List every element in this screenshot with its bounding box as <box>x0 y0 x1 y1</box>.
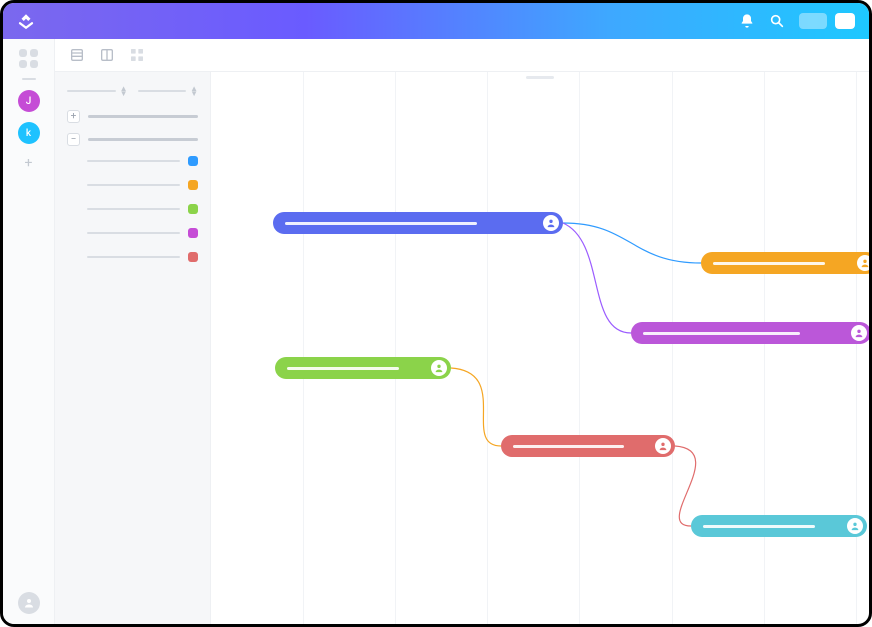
assignee-avatar[interactable] <box>851 325 867 341</box>
gantt-task[interactable] <box>691 515 867 537</box>
rail-divider <box>22 78 36 80</box>
list-item[interactable] <box>67 204 198 214</box>
gantt-task[interactable] <box>631 322 869 344</box>
gantt-task[interactable] <box>273 212 563 234</box>
task-label <box>513 445 624 448</box>
status-color-icon <box>188 180 198 190</box>
item-label <box>87 184 180 186</box>
group-expanded[interactable]: − <box>67 133 198 146</box>
collapse-icon[interactable]: − <box>67 133 80 146</box>
status-color-icon <box>188 204 198 214</box>
expand-icon[interactable]: + <box>67 110 80 123</box>
item-label <box>87 256 180 258</box>
gantt-task[interactable] <box>701 252 869 274</box>
workspace-avatar-j[interactable]: J <box>18 90 40 112</box>
item-label <box>87 160 180 162</box>
search-icon[interactable] <box>769 13 785 29</box>
gantt-task[interactable] <box>501 435 675 457</box>
assignee-avatar[interactable] <box>847 518 863 534</box>
assignee-avatar[interactable] <box>857 255 869 271</box>
list-item[interactable] <box>67 228 198 238</box>
view-toolbar <box>55 39 869 72</box>
add-workspace-button[interactable]: + <box>20 154 38 172</box>
list-item[interactable] <box>67 180 198 190</box>
status-color-icon <box>188 252 198 262</box>
gantt-canvas[interactable] <box>211 72 869 624</box>
item-label <box>87 208 180 210</box>
task-label <box>703 525 815 528</box>
list-view-icon[interactable] <box>69 47 85 63</box>
assignee-avatar[interactable] <box>431 360 447 376</box>
avatar-initial: J <box>26 96 32 107</box>
apps-icon[interactable] <box>19 49 38 68</box>
board-view-icon[interactable] <box>99 47 115 63</box>
task-label <box>643 332 800 335</box>
list-item[interactable] <box>67 252 198 262</box>
gantt-task[interactable] <box>275 357 451 379</box>
status-color-icon <box>188 228 198 238</box>
top-bar <box>3 3 869 39</box>
filter-dropdown-2[interactable]: ▲▼ <box>138 86 199 96</box>
gantt-view-icon[interactable] <box>129 47 145 63</box>
current-user-avatar[interactable] <box>18 592 40 614</box>
sidebar-filters: ▲▼ ▲▼ <box>67 86 198 96</box>
left-rail: J k + <box>3 39 55 624</box>
avatar-initial: k <box>26 128 31 139</box>
gantt-gridlines <box>211 72 869 624</box>
task-label <box>285 222 477 225</box>
topbar-action-2[interactable] <box>835 13 855 29</box>
status-color-icon <box>188 156 198 166</box>
item-label <box>87 232 180 234</box>
task-sidebar: ▲▼ ▲▼ + − <box>55 72 211 624</box>
topbar-action-1[interactable] <box>799 13 827 29</box>
list-item[interactable] <box>67 156 198 166</box>
filter-dropdown-1[interactable]: ▲▼ <box>67 86 128 96</box>
group-label <box>88 138 198 141</box>
workspace-avatar-k[interactable]: k <box>18 122 40 144</box>
app-logo[interactable] <box>17 12 35 30</box>
group-collapsed[interactable]: + <box>67 110 198 123</box>
assignee-avatar[interactable] <box>543 215 559 231</box>
task-label <box>713 262 825 265</box>
notifications-icon[interactable] <box>739 13 755 29</box>
task-label <box>287 367 399 370</box>
group-label <box>88 115 198 118</box>
assignee-avatar[interactable] <box>655 438 671 454</box>
